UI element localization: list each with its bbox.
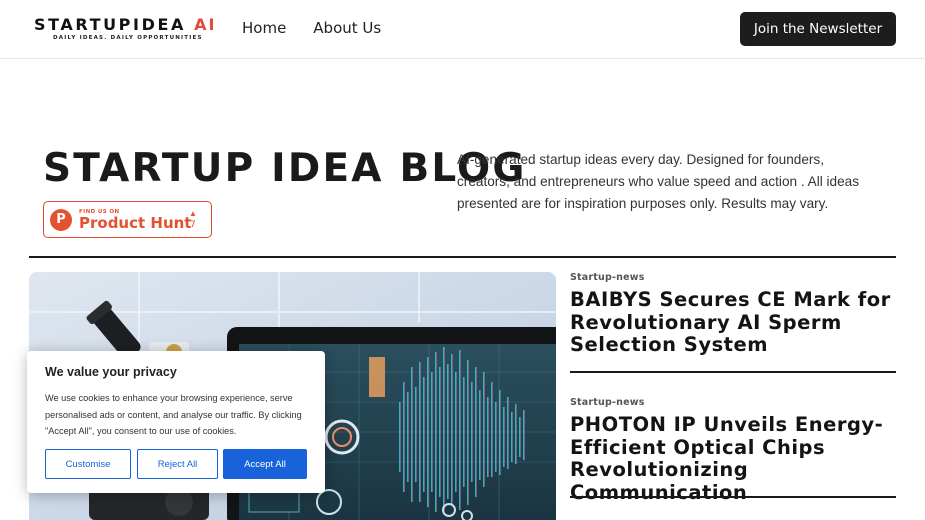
logo-tagline: DAILY IDEAS. DAILY OPPORTUNITIES [53, 35, 203, 41]
logo-wordmark: STARTUPIDEA AI [34, 15, 214, 34]
article-divider [570, 496, 896, 498]
nav-home[interactable]: Home [242, 19, 286, 37]
divider [29, 256, 896, 258]
site-header: STARTUPIDEA AI DAILY IDEAS. DAILY OPPORT… [0, 0, 925, 59]
site-logo[interactable]: STARTUPIDEA AI DAILY IDEAS. DAILY OPPORT… [34, 15, 214, 45]
main-nav: Home About Us [242, 19, 381, 37]
hero-description: AI-generated startup ideas every day. De… [457, 152, 860, 211]
article-divider [570, 371, 896, 373]
product-hunt-badge[interactable]: P FIND US ON Product Hunt ▲ 7 [43, 201, 212, 238]
product-hunt-upvote-count: 7 [190, 220, 196, 230]
article-category[interactable]: Startup-news [570, 397, 896, 408]
cookie-title: We value your privacy [45, 365, 177, 379]
article-title[interactable]: BAIBYS Secures CE Mark for Revolutionary… [570, 288, 896, 357]
customise-button[interactable]: Customise [45, 449, 131, 479]
upvote-arrow-icon: ▲ [189, 209, 197, 218]
product-hunt-icon: P [50, 209, 72, 231]
nav-about-us[interactable]: About Us [313, 19, 381, 37]
logo-ai: AI [194, 15, 217, 34]
join-newsletter-button[interactable]: Join the Newsletter [740, 12, 896, 46]
product-hunt-label: Product Hunt [79, 214, 192, 232]
article-title[interactable]: PHOTON IP Unveils Energy-Efficient Optic… [570, 413, 896, 504]
accept-all-button[interactable]: Accept All [223, 449, 307, 479]
reject-all-button[interactable]: Reject All [137, 449, 218, 479]
article-card-2[interactable]: Startup-news PHOTON IP Unveils Energy-Ef… [570, 397, 896, 504]
article-card-1[interactable]: Startup-news BAIBYS Secures CE Mark for … [570, 272, 896, 357]
article-category[interactable]: Startup-news [570, 272, 896, 283]
logo-text: STARTUPIDEA [34, 15, 186, 34]
cookie-description: We use cookies to enhance your browsing … [45, 393, 302, 436]
cookie-consent-banner: We value your privacy We use cookies to … [27, 351, 325, 493]
page-title: STARTUP IDEA BLOG [43, 146, 527, 191]
